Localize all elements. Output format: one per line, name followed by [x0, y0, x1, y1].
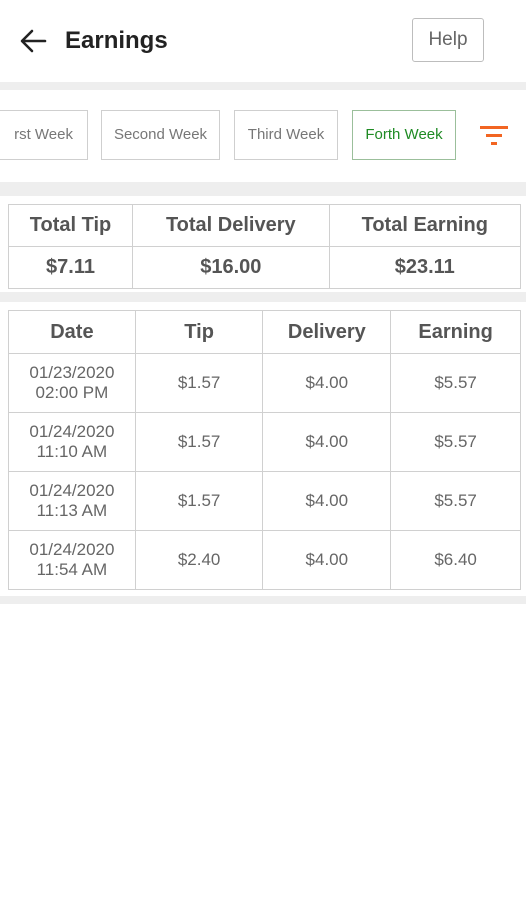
app-bar: Earnings Help: [0, 0, 526, 82]
table-row: 01/24/2020 11:13 AM $1.57 $4.00 $5.57: [8, 471, 521, 531]
row-date-day: 01/24/2020: [29, 481, 115, 500]
row-delivery: $4.00: [262, 530, 392, 590]
divider: [0, 596, 526, 604]
row-date: 01/24/2020 11:13 AM: [8, 471, 136, 531]
column-header-delivery: Delivery: [262, 310, 392, 354]
arrow-left-icon[interactable]: [18, 26, 48, 56]
row-date-time: 11:10 AM: [36, 442, 108, 461]
row-date: 01/23/2020 02:00 PM: [8, 353, 136, 413]
row-date-day: 01/24/2020: [29, 422, 115, 441]
row-earning: $5.57: [390, 353, 521, 413]
week-selector: rst Week Second Week Third Week Forth We…: [0, 90, 526, 182]
help-button[interactable]: Help: [412, 18, 484, 62]
summary-header-total-delivery: Total Delivery: [132, 204, 330, 247]
row-earning: $5.57: [390, 412, 521, 472]
tab-first-week[interactable]: rst Week: [0, 110, 88, 160]
column-header-earning: Earning: [390, 310, 521, 354]
summary-total-tip-value: $7.11: [7, 246, 134, 289]
row-date-time: 11:54 AM: [36, 560, 108, 579]
divider: [0, 292, 526, 302]
row-tip: $1.57: [134, 471, 264, 531]
summary-header-total-tip: Total Tip: [7, 204, 134, 247]
page-title: Earnings: [65, 27, 168, 54]
summary-header-total-earning: Total Earning: [328, 204, 522, 247]
summary-total-delivery-value: $16.00: [132, 246, 330, 289]
row-date: 01/24/2020 11:10 AM: [8, 412, 136, 472]
row-date-time: 02:00 PM: [35, 383, 109, 402]
column-header-tip: Tip: [134, 310, 264, 354]
row-date-time: 11:13 AM: [36, 501, 108, 520]
row-tip: $1.57: [134, 353, 264, 413]
divider: [0, 182, 526, 196]
tab-second-week[interactable]: Second Week: [101, 110, 220, 160]
column-header-date: Date: [8, 310, 136, 354]
table-row: 01/23/2020 02:00 PM $1.57 $4.00 $5.57: [8, 353, 521, 413]
row-date-day: 01/23/2020: [29, 363, 115, 382]
table-row: 01/24/2020 11:54 AM $2.40 $4.00 $6.40: [8, 530, 521, 590]
row-date-day: 01/24/2020: [29, 540, 115, 559]
row-tip: $2.40: [134, 530, 264, 590]
divider: [0, 82, 526, 90]
row-delivery: $4.00: [262, 471, 392, 531]
tab-third-week[interactable]: Third Week: [234, 110, 338, 160]
earnings-detail-table: Date Tip Delivery Earning 01/23/2020 02:0…: [8, 310, 521, 590]
table-row: 01/24/2020 11:10 AM $1.57 $4.00 $5.57: [8, 412, 521, 472]
row-date: 01/24/2020 11:54 AM: [8, 530, 136, 590]
row-earning: $5.57: [390, 471, 521, 531]
filter-icon[interactable]: [478, 120, 512, 150]
row-delivery: $4.00: [262, 353, 392, 413]
tab-forth-week[interactable]: Forth Week: [352, 110, 456, 160]
summary-total-earning-value: $23.11: [328, 246, 522, 289]
row-tip: $1.57: [134, 412, 264, 472]
earnings-summary-table: Total Tip Total Delivery Total Earning $…: [7, 204, 522, 289]
row-delivery: $4.00: [262, 412, 392, 472]
row-earning: $6.40: [390, 530, 521, 590]
